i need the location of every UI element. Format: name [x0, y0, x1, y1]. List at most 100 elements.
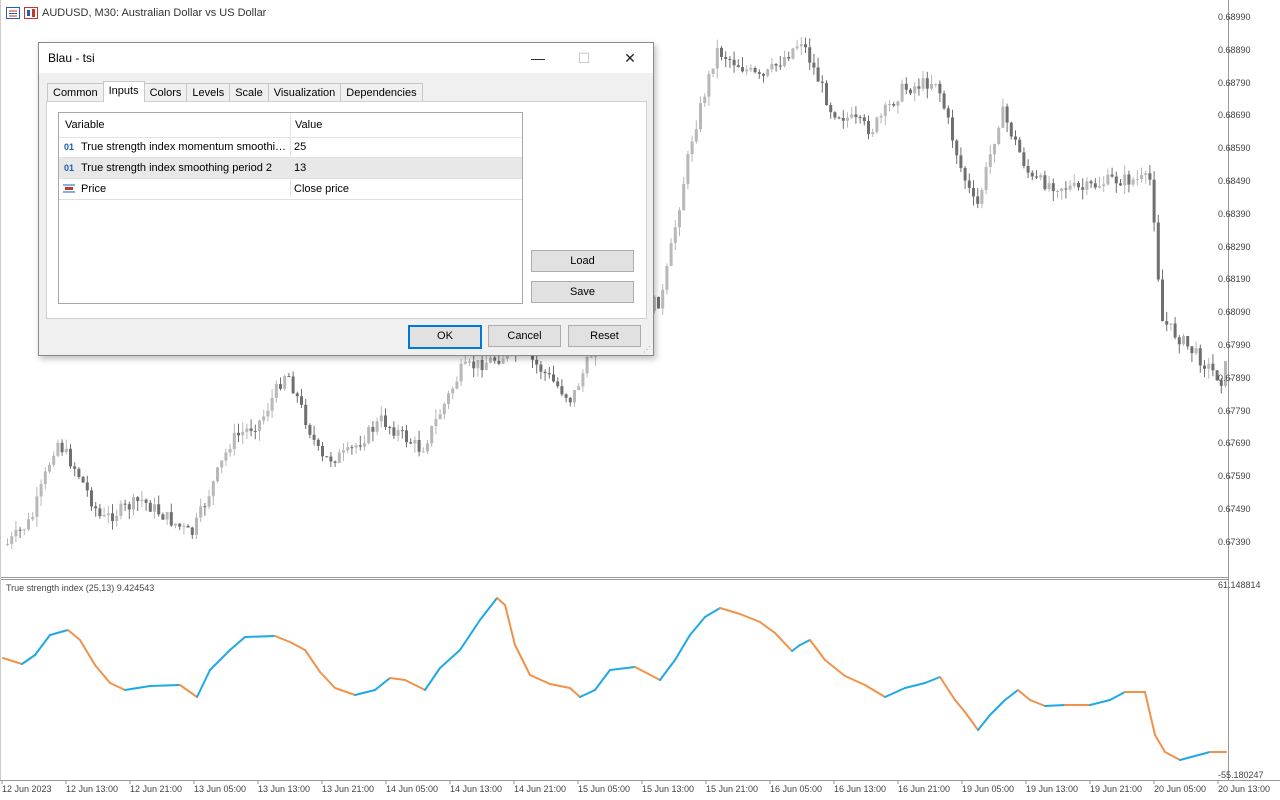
candle-body — [245, 428, 249, 432]
tsi-segment — [196, 669, 211, 698]
tsi-segment — [549, 683, 571, 689]
candle-body — [875, 117, 879, 133]
header-value[interactable]: Value — [295, 113, 322, 137]
tsi-segment — [179, 684, 198, 698]
candle-body — [346, 447, 350, 451]
tab-visualization[interactable]: Visualization — [267, 83, 342, 102]
time-tick-label: 16 Jun 05:00 — [770, 784, 823, 794]
candle-body — [396, 430, 400, 436]
tsi-segment — [977, 714, 991, 731]
candle-body — [825, 82, 828, 106]
tab-scale[interactable]: Scale — [229, 83, 269, 102]
candle-body — [430, 426, 434, 444]
time-tick-label: 12 Jun 13:00 — [66, 784, 119, 794]
resize-grip-icon[interactable]: ⋰ — [643, 345, 651, 354]
candle-body — [111, 513, 114, 522]
tab-common[interactable]: Common — [47, 83, 104, 102]
time-tick-label: 16 Jun 21:00 — [898, 784, 951, 794]
candle-body — [1182, 335, 1185, 345]
candle-body — [535, 359, 539, 365]
candle-body — [258, 420, 261, 431]
close-button[interactable]: ✕ — [607, 43, 653, 73]
candle-body — [165, 512, 169, 520]
candle-body — [552, 374, 555, 382]
reset-button[interactable]: Reset — [568, 325, 641, 347]
candle-body — [904, 83, 908, 90]
price-tick-label: 0.67490 — [1218, 504, 1251, 514]
trade-panel-icon[interactable] — [24, 7, 38, 19]
grid-row[interactable]: Price Close price — [59, 179, 522, 200]
candle-body — [1039, 175, 1043, 178]
candle-body — [283, 376, 287, 389]
candle-body — [942, 93, 946, 109]
tsi-segment — [49, 629, 69, 636]
candle-body — [1077, 182, 1080, 188]
candle-body — [56, 442, 60, 456]
save-button[interactable]: Save — [531, 281, 634, 303]
candle-body — [337, 452, 341, 463]
row-value[interactable]: 25 — [294, 137, 514, 157]
candle-body — [543, 371, 547, 374]
candle-body — [1156, 222, 1160, 280]
candle-body — [997, 127, 1001, 145]
minimize-button[interactable]: — — [515, 43, 561, 73]
time-tick-label: 14 Jun 05:00 — [386, 784, 439, 794]
tsi-segment — [229, 636, 246, 651]
candle-body — [1001, 106, 1005, 128]
price-tick-label: 0.68790 — [1218, 77, 1251, 88]
tsi-segment — [1089, 699, 1111, 706]
inputs-grid[interactable]: Variable Value 01 True strength index mo… — [58, 112, 523, 304]
candle-body — [925, 78, 929, 89]
candle-body — [148, 502, 152, 512]
dialog-titlebar[interactable]: Blau - tsi — ☐ ✕ — [39, 43, 653, 73]
grid-row[interactable]: 01 True strength index smoothing period … — [59, 158, 522, 179]
candle-body — [1119, 183, 1122, 186]
row-value[interactable]: Close price — [294, 179, 514, 199]
candle-body — [816, 67, 820, 82]
candle-body — [1186, 335, 1190, 347]
time-tick-label: 12 Jun 21:00 — [130, 784, 183, 794]
chart-menu-icon[interactable] — [6, 7, 20, 19]
candle-body — [342, 450, 345, 453]
candle-body — [274, 384, 278, 399]
tab-colors[interactable]: Colors — [143, 83, 188, 102]
candle-body — [917, 86, 921, 89]
candle-body — [447, 393, 450, 404]
ok-button[interactable]: OK — [408, 325, 482, 349]
price-tick-label: 0.67690 — [1218, 438, 1251, 449]
tab-dependencies[interactable]: Dependencies — [340, 83, 423, 102]
maximize-button[interactable]: ☐ — [561, 43, 607, 73]
candle-body — [1009, 122, 1013, 137]
candle-body — [1093, 183, 1097, 188]
tsi-segment — [904, 682, 926, 689]
candle-body — [14, 529, 18, 537]
candle-body — [1085, 181, 1089, 190]
candle-body — [749, 68, 753, 70]
load-button[interactable]: Load — [531, 250, 634, 272]
candle-body — [795, 46, 799, 49]
price-tick-label: 0.67590 — [1218, 471, 1251, 482]
candle-body — [73, 466, 77, 469]
candle-body — [896, 101, 900, 106]
row-value[interactable]: 13 — [294, 158, 514, 178]
candle-body — [31, 517, 35, 520]
candle-body — [94, 506, 98, 509]
header-variable[interactable]: Variable — [65, 113, 105, 137]
candle-body — [140, 499, 144, 502]
candle-body — [388, 427, 392, 429]
chart-header: AUDUSD, M30: Australian Dollar vs US Dol… — [6, 7, 266, 19]
tab-levels[interactable]: Levels — [186, 83, 231, 102]
candle-body — [459, 363, 463, 382]
candle-body — [938, 83, 942, 94]
tab-inputs[interactable]: Inputs — [102, 81, 145, 102]
candle-body — [829, 105, 833, 113]
candle-body — [841, 117, 845, 121]
tsi-segment — [609, 666, 636, 671]
candle-body — [153, 504, 156, 512]
grid-row[interactable]: 01 True strength index momentum smoothin… — [59, 137, 522, 158]
candle-body — [1194, 348, 1198, 354]
tsi-segment — [594, 669, 611, 691]
cancel-button[interactable]: Cancel — [488, 325, 561, 347]
candle-body — [1030, 172, 1034, 177]
tsi-segment — [689, 616, 706, 636]
